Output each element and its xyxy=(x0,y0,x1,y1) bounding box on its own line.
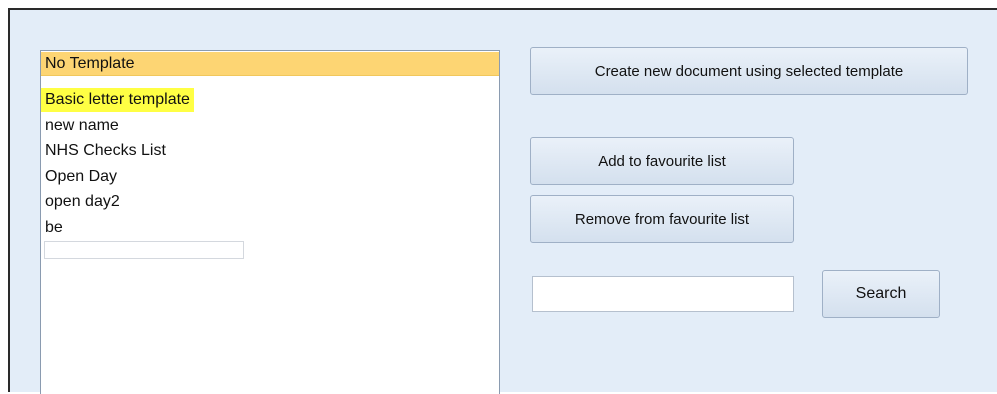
add-to-favourites-button[interactable]: Add to favourite list xyxy=(530,137,794,185)
search-input[interactable] xyxy=(532,276,794,312)
list-item-no-template[interactable]: No Template xyxy=(41,52,499,76)
new-item-edit-field[interactable] xyxy=(44,241,244,259)
template-listbox[interactable]: No Template Basic letter template new na… xyxy=(40,50,500,394)
list-item-open-day[interactable]: Open Day xyxy=(41,165,117,189)
list-item-be[interactable]: be xyxy=(41,216,63,240)
remove-from-favourites-button[interactable]: Remove from favourite list xyxy=(530,195,794,243)
list-item-open-day2[interactable]: open day2 xyxy=(41,190,120,214)
list-item-new-name[interactable]: new name xyxy=(41,114,119,138)
template-selection-panel: No Template Basic letter template new na… xyxy=(8,8,997,394)
list-item-nhs-checks-list[interactable]: NHS Checks List xyxy=(41,139,166,163)
create-document-button[interactable]: Create new document using selected templ… xyxy=(530,47,968,95)
search-button[interactable]: Search xyxy=(822,270,940,318)
list-item-basic-letter-template[interactable]: Basic letter template xyxy=(41,88,194,112)
